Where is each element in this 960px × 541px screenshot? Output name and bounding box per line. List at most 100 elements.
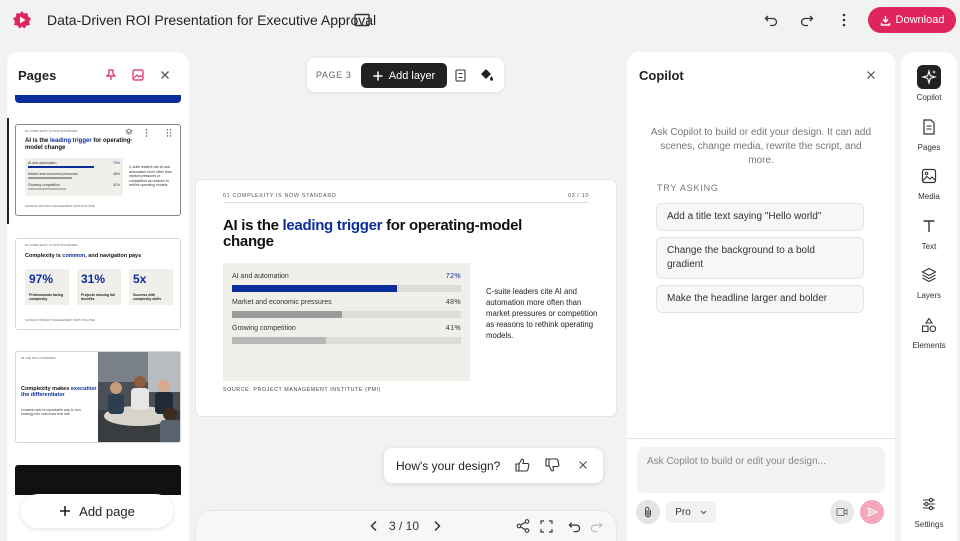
rail-label: Layers xyxy=(916,291,941,300)
add-layer-label: Add layer xyxy=(388,69,436,82)
current-page-label: PAGE 3 xyxy=(316,70,352,80)
close-pages-icon[interactable] xyxy=(158,68,172,82)
slide-source[interactable]: SOURCE: PROJECT MANAGEMENT INSTITUTE (PM… xyxy=(223,387,381,393)
thumbs-down-icon[interactable] xyxy=(544,457,560,473)
bar-value: 72% xyxy=(445,273,461,280)
redo-icon[interactable] xyxy=(797,10,817,30)
thumb-stat-card: 31% Projects missing full benefits xyxy=(77,269,121,305)
image-icon xyxy=(917,164,941,188)
thumb-headline: Complexity is common, and navigation pay… xyxy=(25,253,142,259)
present-mode-icon[interactable] xyxy=(352,10,372,30)
fill-bucket-icon[interactable] xyxy=(478,67,494,83)
thumb-stat-card: 97% Professionals facing complexity xyxy=(25,269,69,305)
undo-icon[interactable] xyxy=(566,518,582,534)
download-button[interactable]: Download xyxy=(868,7,956,33)
copilot-title: Copilot xyxy=(639,68,684,83)
bar-track xyxy=(232,285,461,292)
slide-page-number[interactable]: 03 / 10 xyxy=(568,193,589,199)
send-icon xyxy=(866,507,878,517)
rail-item-pages[interactable]: Pages xyxy=(901,115,957,161)
document-title[interactable]: Data-Driven ROI Presentation for Executi… xyxy=(47,12,376,28)
page-thumbnail-partial[interactable] xyxy=(15,95,181,103)
slide-divider xyxy=(223,202,589,203)
rail-item-copilot[interactable]: Copilot xyxy=(901,65,957,111)
suggestion-chip[interactable]: Make the headline larger and bolder xyxy=(656,285,864,313)
media-input-button[interactable] xyxy=(830,500,854,524)
layers-icon xyxy=(917,263,941,287)
more-options-icon[interactable] xyxy=(834,10,854,30)
thumb-stat-card: 5x Success with complexity skills xyxy=(129,269,173,305)
suggestion-chip[interactable]: Add a title text saying "Hello world" xyxy=(656,203,864,231)
thumbs-up-icon[interactable] xyxy=(514,457,530,473)
copilot-help-text: Ask Copilot to build or edit your design… xyxy=(650,127,872,166)
rail-item-media[interactable]: Media xyxy=(901,164,957,210)
sliders-icon xyxy=(917,492,941,516)
copilot-chat-input[interactable] xyxy=(647,456,875,467)
page-thumbnail-3[interactable]: 01 COMPLEXITY IS NOW STANDARD AI is the … xyxy=(15,124,181,216)
attach-button[interactable] xyxy=(636,500,660,524)
rail-label: Settings xyxy=(914,520,944,529)
bar-fill xyxy=(232,337,326,344)
undo-icon[interactable] xyxy=(761,10,781,30)
download-icon xyxy=(880,15,890,26)
feedback-widget: How's your design? xyxy=(384,448,603,483)
model-select[interactable]: Pro xyxy=(666,501,716,523)
thumb-layers-icon[interactable] xyxy=(125,128,133,136)
copilot-panel: Copilot Ask Copilot to build or edit you… xyxy=(627,52,895,541)
media-icon xyxy=(836,508,848,516)
pages-panel: Pages 01 COMPLEXITY IS NOW STANDARD AI i… xyxy=(7,52,189,541)
bar-chart[interactable]: AI and automation 72% Market and economi… xyxy=(223,263,470,381)
page-thumbnail-4[interactable]: 02 COMPLEXITY IS NOW STANDARD Complexity… xyxy=(15,238,181,330)
thumb-meeting-photo xyxy=(98,352,180,442)
thumb-headline: Complexity makes execution the different… xyxy=(21,386,97,398)
fullscreen-icon[interactable] xyxy=(538,518,554,534)
copilot-divider xyxy=(627,438,895,439)
pin-icon[interactable] xyxy=(104,68,118,82)
rail-label: Elements xyxy=(912,341,946,350)
bar-value: 48% xyxy=(445,299,461,306)
previous-page-icon[interactable] xyxy=(366,518,382,534)
sparkle-icon xyxy=(917,65,941,89)
rail-item-layers[interactable]: Layers xyxy=(901,263,957,309)
active-page-marker xyxy=(7,118,9,224)
thumb-body: C-suite leaders cite AI and automation m… xyxy=(129,165,172,187)
app-logo-icon[interactable] xyxy=(12,10,32,30)
close-copilot-icon[interactable] xyxy=(864,68,878,82)
suggestion-chip[interactable]: Change the background to a bold gradient xyxy=(656,237,864,279)
bar-track xyxy=(232,311,461,318)
rail-item-text[interactable]: Text xyxy=(901,214,957,260)
send-button[interactable] xyxy=(860,500,884,524)
top-bar: Data-Driven ROI Presentation for Executi… xyxy=(0,0,960,40)
canvas-toolbar: PAGE 3 Add layer xyxy=(307,58,504,92)
slide-canvas[interactable]: 01 COMPLEXITY IS NOW STANDARD 03 / 10 AI… xyxy=(196,180,616,416)
slide-body-text[interactable]: C-suite leaders cite AI and automation m… xyxy=(486,286,598,341)
thumb-drag-handle-icon[interactable] xyxy=(166,129,172,137)
close-feedback-icon[interactable] xyxy=(575,457,591,473)
thumb-more-icon[interactable] xyxy=(145,129,148,137)
page-settings-icon[interactable] xyxy=(452,67,468,83)
plus-icon xyxy=(60,506,71,516)
slide-headline[interactable]: AI is the leading trigger for operating-… xyxy=(223,218,553,250)
add-layer-button[interactable]: Add layer xyxy=(361,63,447,88)
bar-value: 41% xyxy=(445,325,461,332)
model-select-value: Pro xyxy=(675,506,691,518)
slide-section-label[interactable]: 01 COMPLEXITY IS NOW STANDARD xyxy=(223,193,336,199)
page-indicator: 3 / 10 xyxy=(389,519,420,533)
bar-fill xyxy=(232,311,342,318)
page-thumbnail-5[interactable]: 03 THE PATH FORWARD Complexity makes exe… xyxy=(15,351,181,443)
page-icon xyxy=(917,115,941,139)
add-page-button[interactable]: Add page xyxy=(21,494,173,528)
bottom-bar: 3 / 10 xyxy=(196,511,616,541)
rail-label: Media xyxy=(918,192,940,201)
rail-item-elements[interactable]: Elements xyxy=(901,313,957,359)
redo-icon[interactable] xyxy=(588,518,604,534)
page-thumbnail-6[interactable] xyxy=(15,465,181,495)
bar-label: AI and automation xyxy=(232,273,289,280)
rail-label: Copilot xyxy=(916,93,942,102)
image-view-icon[interactable] xyxy=(131,68,145,82)
bar-label: Growing competition xyxy=(232,325,296,332)
bar-track xyxy=(232,337,461,344)
rail-item-settings[interactable]: Settings xyxy=(901,492,957,538)
share-icon[interactable] xyxy=(515,518,531,534)
next-page-icon[interactable] xyxy=(429,518,445,534)
